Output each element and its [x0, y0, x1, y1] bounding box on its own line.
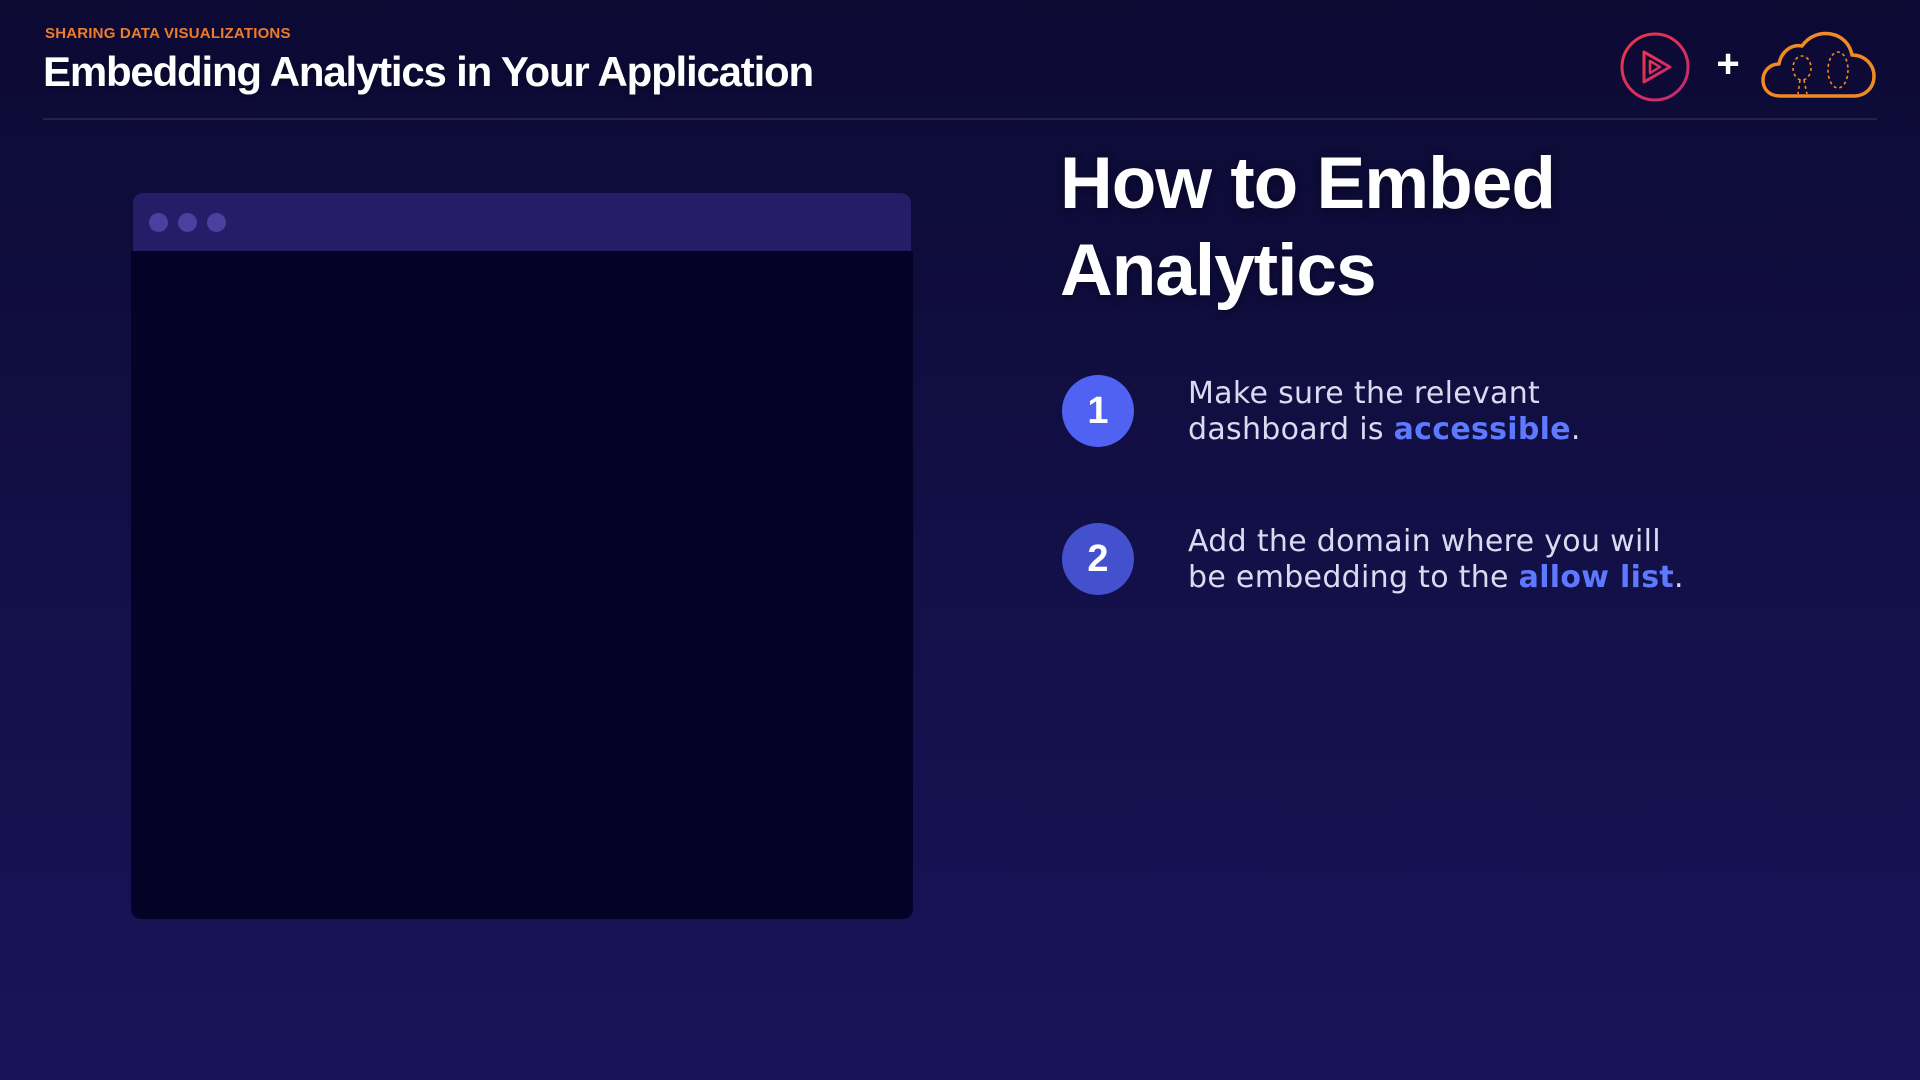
section-title-line-2: Analytics [1060, 230, 1377, 311]
step-2: 2 Add the domain where you will be embed… [1062, 523, 1862, 603]
step-text-prefix: dashboard is [1188, 412, 1394, 447]
step-number-badge: 1 [1062, 375, 1134, 447]
plus-sign: + [1716, 42, 1740, 86]
section-title-line-1: How to Embed [1060, 143, 1556, 224]
step-text-line-1: Make sure the relevant [1188, 376, 1541, 411]
step-text-suffix: . [1570, 412, 1581, 447]
browser-window [131, 193, 913, 919]
step-highlight: accessible [1393, 412, 1571, 447]
window-dot-minimize [178, 213, 197, 232]
header-divider [43, 118, 1877, 120]
browser-content-area [131, 251, 913, 919]
logo-group: + [1618, 30, 1878, 104]
step-highlight: allow list [1518, 560, 1674, 595]
page-title: Embedding Analytics in Your Application [43, 48, 814, 95]
step-text: Add the domain where you will be embeddi… [1188, 524, 1684, 596]
step-number-badge: 2 [1062, 523, 1134, 595]
section-title: How to Embed Analytics [1060, 140, 1760, 314]
step-text-line-1: Add the domain where you will [1188, 524, 1661, 559]
window-dot-maximize [207, 213, 226, 232]
step-text: Make sure the relevant dashboard is acce… [1188, 376, 1581, 448]
step-text-line-2: dashboard is accessible. [1188, 412, 1581, 448]
play-circle-icon [1620, 32, 1690, 102]
window-dot-close [149, 213, 168, 232]
step-text-suffix: . [1674, 560, 1684, 595]
header-kicker: SHARING DATA VISUALIZATIONS [45, 25, 291, 42]
cloud-icon [1761, 31, 1876, 98]
step-text-line-2: be embedding to the allow list. [1188, 560, 1684, 596]
browser-title-bar [133, 193, 911, 253]
step-text-prefix: be embedding to the [1188, 560, 1519, 595]
step-1: 1 Make sure the relevant dashboard is ac… [1062, 375, 1862, 455]
